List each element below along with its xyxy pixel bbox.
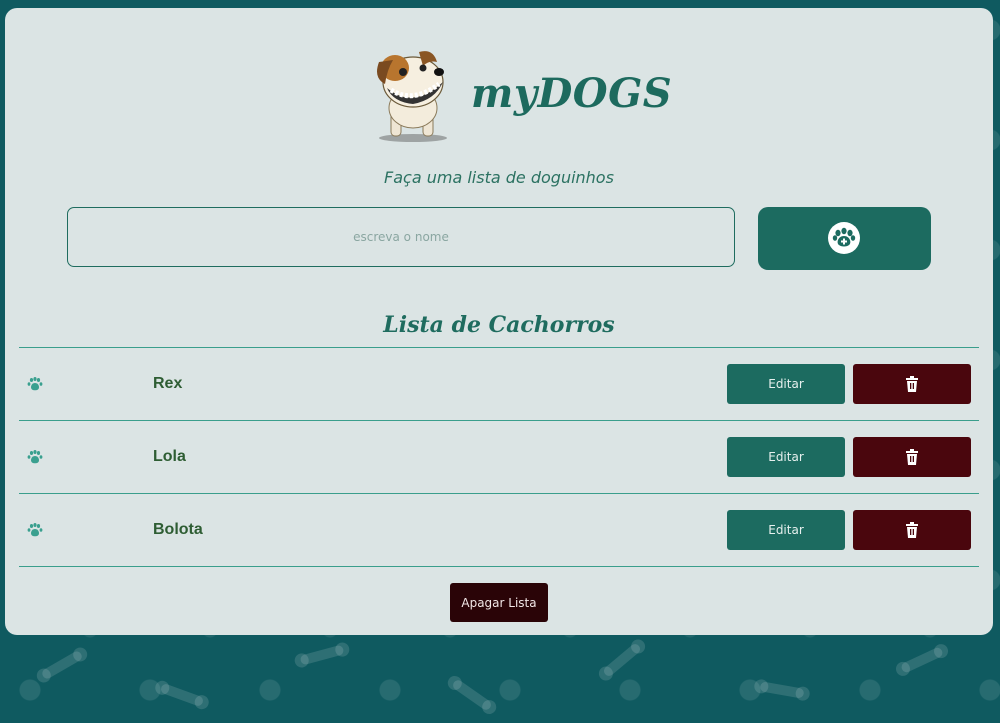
paw-plus-icon [828, 222, 860, 254]
header: myDOGS [5, 48, 993, 158]
paw-icon [27, 450, 43, 464]
page-subtitle: Faça uma lista de doguinhos [384, 168, 614, 187]
brand-title: myDOGS [471, 70, 673, 117]
dog-name: Bolota [153, 521, 203, 538]
trash-icon [906, 522, 918, 538]
list-item: Rex Editar [19, 347, 979, 420]
trash-icon [906, 376, 918, 392]
dog-logo-icon [377, 51, 447, 142]
delete-button[interactable] [853, 364, 971, 404]
paw-icon [27, 377, 43, 391]
paw-icon [27, 523, 43, 537]
dog-name-input[interactable] [67, 207, 735, 267]
delete-button[interactable] [853, 510, 971, 550]
edit-button[interactable]: Editar [727, 364, 845, 404]
list-item: Bolota Editar [19, 493, 979, 566]
dog-name: Rex [153, 375, 183, 392]
clear-list-button[interactable]: Apagar Lista [450, 583, 548, 622]
list-title: Lista de Cachorros [383, 312, 615, 338]
divider [19, 566, 979, 567]
edit-button[interactable]: Editar [727, 510, 845, 550]
edit-button[interactable]: Editar [727, 437, 845, 477]
dog-name: Lola [153, 448, 186, 465]
trash-icon [906, 449, 918, 465]
list-item: Lola Editar [19, 420, 979, 493]
main-card: myDOGS Faça uma lista de doguinhos Lista… [5, 8, 993, 635]
add-dog-button[interactable] [758, 207, 931, 270]
delete-button[interactable] [853, 437, 971, 477]
